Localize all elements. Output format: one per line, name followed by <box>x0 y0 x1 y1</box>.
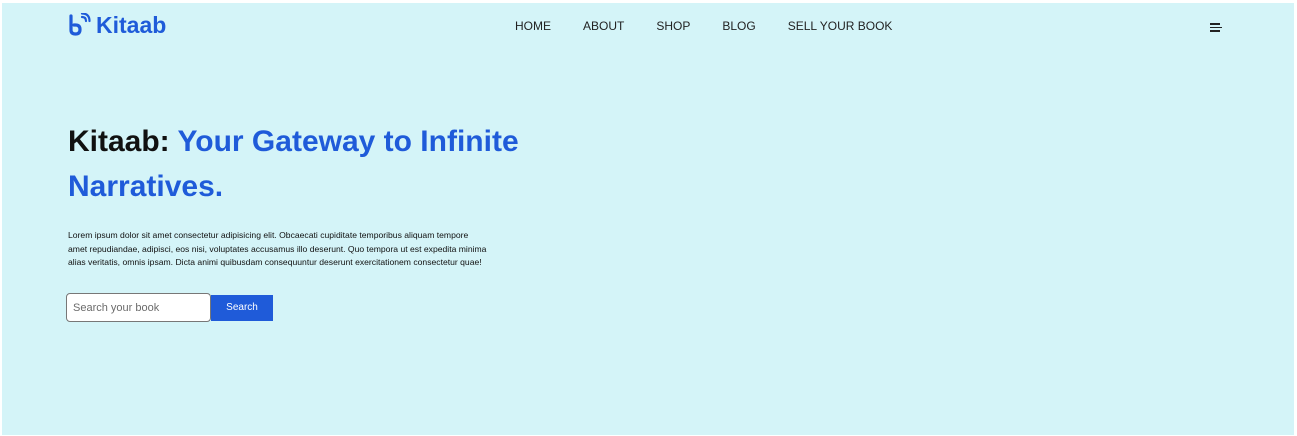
hero-description-line: amet repudiandae, adipisci, eos nisi, vo… <box>68 243 487 254</box>
page: Kitaab HOME ABOUT SHOP BLOG SELL YOUR BO… <box>2 3 1294 435</box>
logo[interactable]: Kitaab <box>66 12 166 38</box>
nav-item-sell-your-book[interactable]: SELL YOUR BOOK <box>788 19 893 33</box>
navbar: Kitaab HOME ABOUT SHOP BLOG SELL YOUR BO… <box>2 3 1294 49</box>
hero-description: Lorem ipsum dolor sit amet consectetur a… <box>68 229 538 270</box>
search-input[interactable] <box>66 293 211 322</box>
hero-description-line: alias veritatis, omnis ipsam. Dicta anim… <box>68 257 482 267</box>
hero-title: Kitaab: Your Gateway to Infinite Narrati… <box>68 119 608 209</box>
nav-item-shop[interactable]: SHOP <box>656 19 690 33</box>
hero-title-line2: Narratives. <box>68 170 224 203</box>
hamburger-menu-icon[interactable] <box>1210 22 1222 32</box>
nav-links: HOME ABOUT SHOP BLOG SELL YOUR BOOK <box>515 19 892 33</box>
logo-text: Kitaab <box>96 12 167 38</box>
nav-item-about[interactable]: ABOUT <box>583 19 624 33</box>
hero-section: Kitaab: Your Gateway to Infinite Narrati… <box>68 119 608 267</box>
hero-title-brand: Kitaab: <box>68 125 170 158</box>
search-form: Search <box>66 293 273 322</box>
hero-description-line: Lorem ipsum dolor sit amet consectetur a… <box>68 230 469 240</box>
book-signal-icon <box>66 13 92 37</box>
search-button[interactable]: Search <box>211 294 273 321</box>
hero-title-line1: Your Gateway to Infinite <box>177 125 519 158</box>
nav-item-blog[interactable]: BLOG <box>722 19 755 33</box>
nav-item-home[interactable]: HOME <box>515 19 551 33</box>
